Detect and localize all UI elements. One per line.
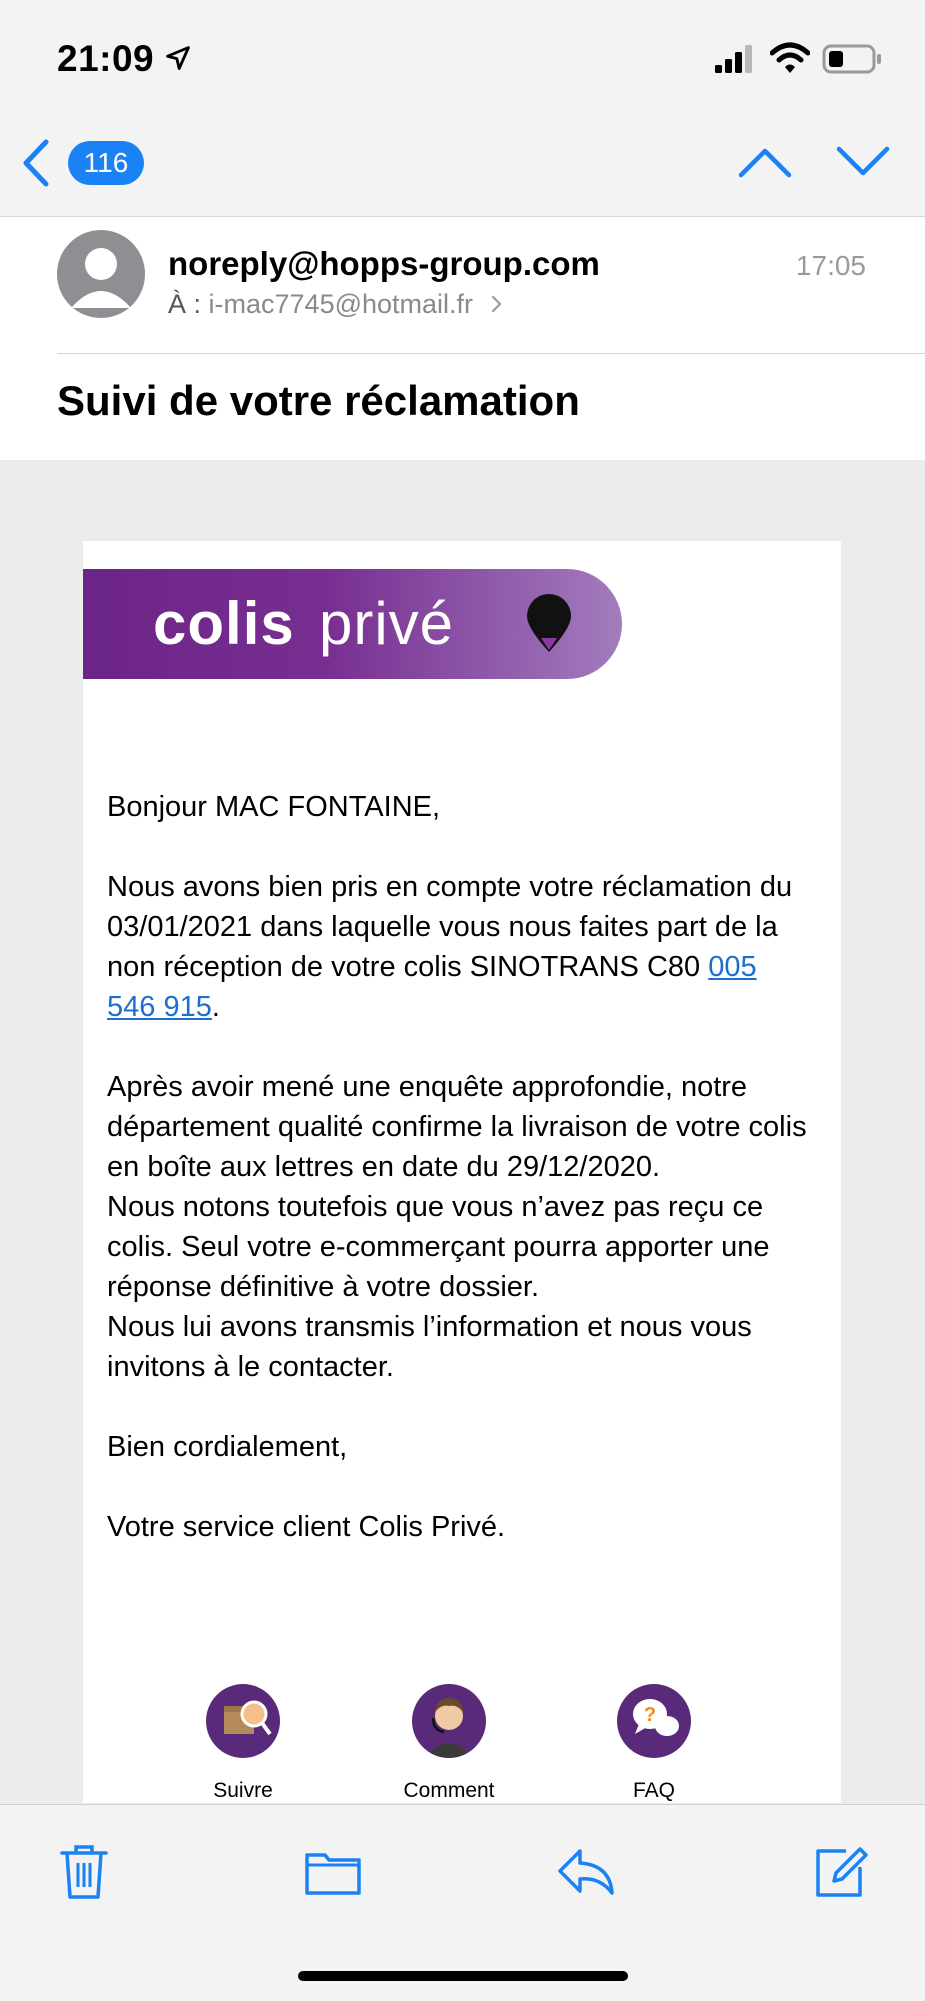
chevron-right-icon	[491, 295, 502, 313]
location-arrow-icon	[166, 46, 190, 70]
compose-icon[interactable]	[812, 1841, 868, 1901]
paragraph-investigation: Après avoir mené une enquête approfondie…	[107, 1071, 807, 1383]
svg-text:?: ?	[644, 1704, 656, 1726]
battery-icon	[822, 44, 881, 74]
back-chevron-icon[interactable]	[20, 138, 50, 188]
footer-label-track[interactable]: Suivre	[163, 1779, 323, 1803]
trash-icon[interactable]	[56, 1841, 112, 1901]
sender-avatar-icon[interactable]	[57, 230, 145, 318]
to-label: À :	[168, 289, 202, 319]
unread-count-badge[interactable]: 116	[68, 141, 144, 185]
status-time: 21:09	[57, 38, 155, 79]
brand-name-light: privé	[319, 590, 455, 657]
message-time: 17:05	[795, 250, 866, 281]
wifi-icon	[770, 42, 810, 73]
paragraph-claim: Nous avons bien pris en compte votre réc…	[107, 871, 793, 1023]
mail-header: noreply@hopps-group.com À : i-mac7745@ho…	[0, 217, 925, 460]
top-bar: 21:09 116	[0, 0, 925, 217]
greeting: Bonjour MAC FONTAINE,	[107, 791, 441, 823]
message-subject: Suivi de votre réclamation	[57, 377, 580, 424]
home-indicator[interactable]	[298, 1971, 628, 1981]
brand-pin-icon	[527, 594, 571, 652]
recipient-address[interactable]: i-mac7745@hotmail.fr	[209, 289, 474, 319]
message-text: Bonjour MAC FONTAINE, Nous avons bien pr…	[107, 787, 807, 1587]
signature: Votre service client Colis Privé.	[107, 1511, 506, 1543]
support-agent-icon[interactable]	[412, 1684, 486, 1758]
brand-name-bold: colis	[153, 590, 295, 657]
cellular-signal-icon	[715, 45, 752, 73]
previous-message-chevron-up-icon[interactable]	[737, 145, 793, 179]
folder-icon[interactable]	[303, 1841, 363, 1901]
package-search-icon[interactable]	[206, 1684, 280, 1758]
email-body: colis privé Bonjour MAC FONTAINE, Nous a…	[83, 541, 841, 1803]
next-message-chevron-down-icon[interactable]	[835, 145, 891, 179]
sender-address[interactable]: noreply@hopps-group.com	[168, 245, 600, 283]
bottom-toolbar	[0, 1804, 925, 2001]
recipient-row[interactable]: À : i-mac7745@hotmail.fr	[168, 289, 503, 320]
closing: Bien cordialement,	[107, 1431, 348, 1463]
header-divider	[57, 353, 925, 354]
faq-bubble-icon[interactable]: ?	[617, 1684, 691, 1758]
brand-banner: colis privé	[83, 569, 622, 679]
reply-icon[interactable]	[556, 1841, 616, 1901]
footer-label-how[interactable]: Comment	[369, 1779, 529, 1803]
footer-label-faq[interactable]: FAQ	[574, 1779, 734, 1803]
